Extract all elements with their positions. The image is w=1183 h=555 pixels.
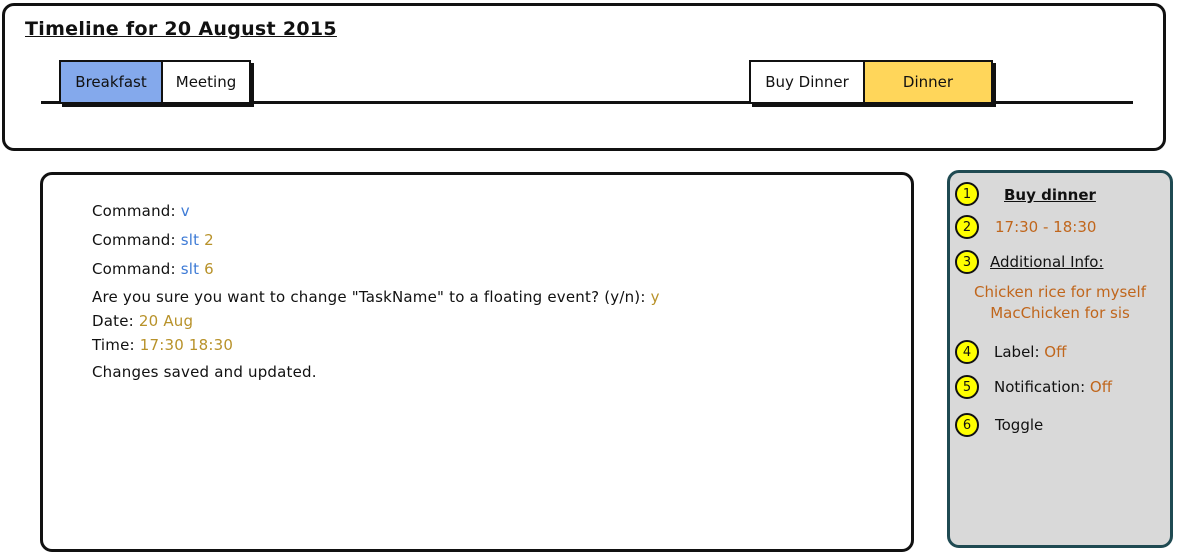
timeline-title: Timeline for 20 August 2015	[25, 18, 337, 40]
additional-info-line: Chicken rice for myself	[973, 283, 1146, 301]
event-detail-panel: 1 Buy dinner 2 17:30 - 18:30 3 Additiona…	[947, 170, 1173, 548]
number-badge: 1	[955, 182, 979, 206]
event-buy-dinner[interactable]: Buy Dinner	[749, 60, 865, 104]
console-line: Date: 20 Aug	[92, 312, 193, 330]
notification-key: Notification:	[994, 378, 1090, 396]
label-value: Off	[1044, 343, 1067, 361]
detail-time: 17:30 - 18:30	[995, 218, 1097, 236]
toggle-button[interactable]: Toggle	[995, 416, 1043, 434]
event-dinner[interactable]: Dinner	[863, 60, 993, 104]
confirm-answer: y	[650, 288, 660, 306]
number-badge: 2	[955, 215, 979, 239]
command-label: Command:	[92, 231, 181, 249]
command-arg: 6	[204, 260, 214, 278]
number-badge: 6	[955, 413, 979, 437]
command-console[interactable]: Command: v Command: slt 2 Command: slt 6…	[40, 172, 914, 552]
console-line: Changes saved and updated.	[92, 363, 317, 381]
additional-info-line: MacChicken for sis	[990, 304, 1130, 322]
command-text: slt	[180, 231, 200, 249]
console-line: Command: slt 6	[92, 260, 214, 278]
command-text: slt	[180, 260, 200, 278]
command-arg: 2	[204, 231, 214, 249]
console-line: Time: 17:30 18:30	[92, 336, 233, 354]
command-label: Command:	[92, 260, 181, 278]
console-line: Are you sure you want to change "TaskNam…	[92, 288, 660, 306]
console-line: Command: slt 2	[92, 231, 214, 249]
command-text: v	[180, 202, 190, 220]
date-value: 20 Aug	[138, 312, 194, 330]
event-breakfast[interactable]: Breakfast	[59, 60, 163, 104]
date-label: Date:	[92, 312, 139, 330]
event-meeting[interactable]: Meeting	[161, 60, 251, 104]
notification-value: Off	[1089, 378, 1113, 396]
label-key: Label:	[994, 343, 1045, 361]
status-message: Changes saved and updated.	[92, 363, 317, 381]
time-value: 17:30 18:30	[139, 336, 234, 354]
command-label: Command:	[92, 202, 181, 220]
detail-title: Buy dinner	[1004, 186, 1096, 204]
number-badge: 3	[955, 250, 979, 274]
number-badge: 4	[955, 340, 979, 364]
additional-info-label: Additional Info:	[990, 253, 1104, 271]
label-setting[interactable]: Label: Off	[994, 343, 1066, 361]
notification-setting[interactable]: Notification: Off	[994, 378, 1112, 396]
console-line: Command: v	[92, 202, 190, 220]
number-badge: 5	[955, 375, 979, 399]
confirm-prompt: Are you sure you want to change "TaskNam…	[92, 288, 651, 306]
time-label: Time:	[92, 336, 140, 354]
timeline-panel: Timeline for 20 August 2015 Breakfast Me…	[2, 3, 1166, 151]
